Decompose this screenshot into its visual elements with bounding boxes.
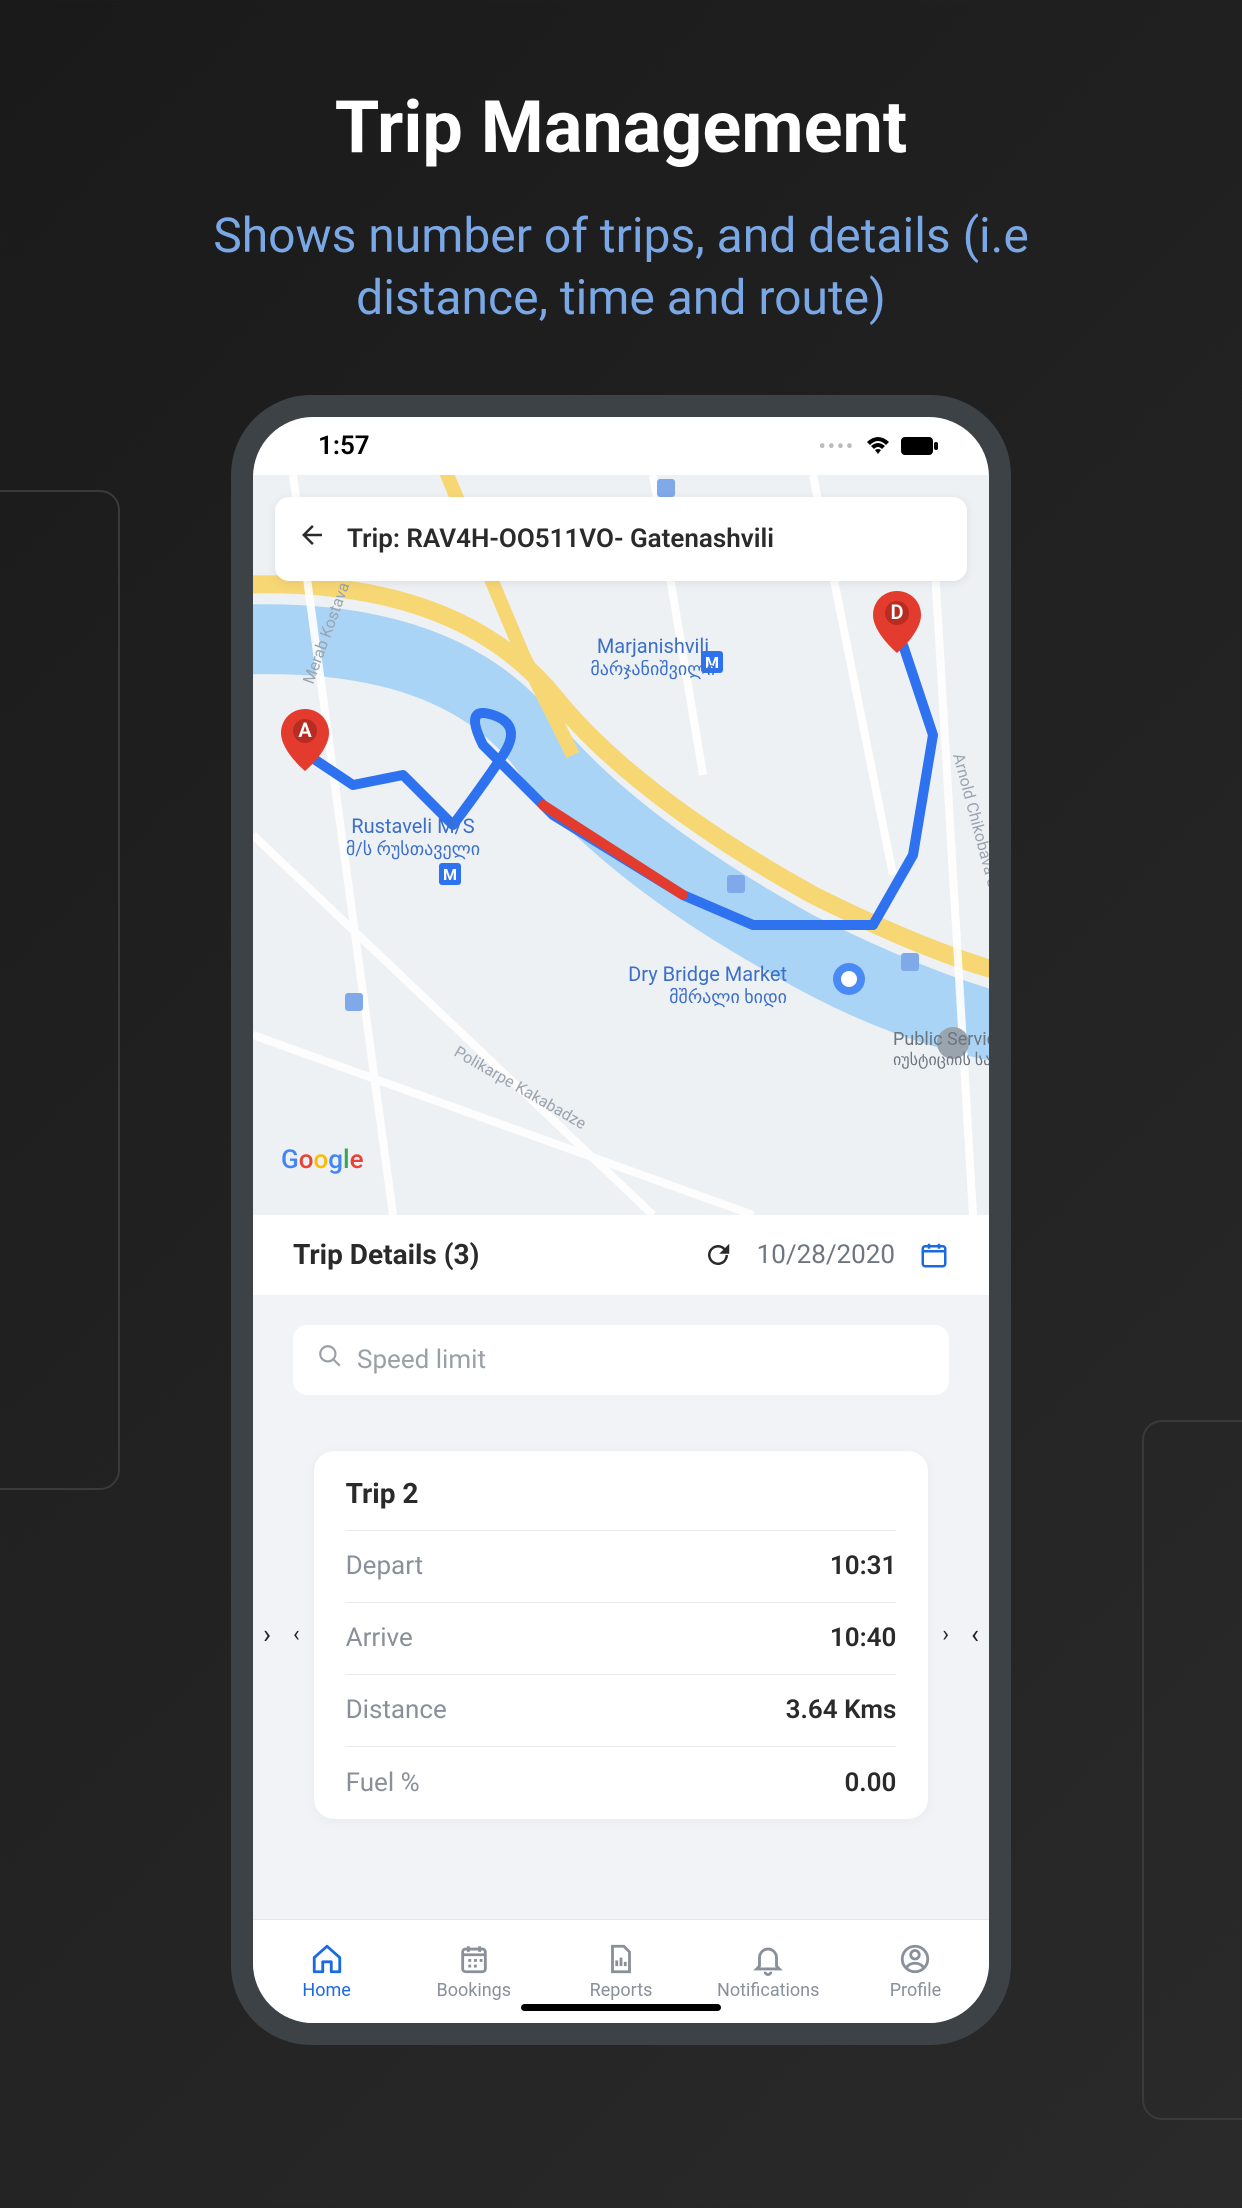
trip-card-title: Trip 2 (346, 1477, 897, 1531)
trip-value: 10:40 (830, 1623, 897, 1653)
google-logo: Google (281, 1145, 364, 1175)
trip-details-bar: Trip Details (3) 10/28/2020 (253, 1215, 989, 1295)
back-arrow-icon[interactable] (297, 520, 327, 558)
background-decoration-left (0, 490, 120, 1490)
trip-title-bar: Trip: RAV4H-OO511VO- Gatenashvili (275, 497, 967, 581)
tab-home[interactable]: Home (253, 1920, 400, 2023)
trip-label: Depart (346, 1551, 424, 1581)
content-section: › ‹ ‹ Trip 2 Depart 10:31 Arrive 10:40 (253, 1295, 989, 1919)
home-icon (310, 1942, 344, 1976)
phone-frame: 1:57 •••• (231, 395, 1011, 2045)
trip-value: 0.00 (844, 1768, 896, 1798)
tab-label: Profile (890, 1980, 941, 2001)
marker-end-label: D (873, 600, 921, 624)
trip-card[interactable]: Trip 2 Depart 10:31 Arrive 10:40 Distanc… (314, 1451, 929, 1819)
promo-title: Trip Management (335, 85, 907, 170)
search-icon (317, 1343, 343, 1376)
prev-trip-button[interactable]: ‹ (293, 1622, 300, 1647)
status-time: 1:57 (318, 431, 370, 461)
svg-text:მ/ს რუსთაველი: მ/ს რუსთაველი (346, 839, 480, 860)
cellular-dots-icon: •••• (819, 434, 855, 458)
trip-label: Distance (346, 1695, 447, 1725)
reports-icon (604, 1942, 638, 1976)
map-marker-start[interactable]: A (281, 709, 329, 771)
trip-carousel: › ‹ ‹ Trip 2 Depart 10:31 Arrive 10:40 (293, 1451, 949, 1819)
svg-text:Public Service Hall: Public Service Hall (893, 1029, 989, 1050)
tab-label: Reports (590, 1980, 653, 2001)
trip-row-distance: Distance 3.64 Kms (346, 1675, 897, 1747)
svg-text:Rustaveli M/S: Rustaveli M/S (351, 814, 475, 838)
map-view[interactable]: M M Marjanishvili მარჯანიშვილი Rustaveli… (253, 475, 989, 1215)
tab-label: Notifications (717, 1980, 819, 2001)
promo-subtitle: Shows number of trips, and details (i.e … (171, 205, 1071, 330)
trip-details-title: Trip Details (3) (293, 1238, 479, 1271)
status-icons: •••• (819, 434, 939, 458)
background-decoration-right (1142, 1420, 1242, 2120)
trip-value: 3.64 Kms (786, 1695, 897, 1725)
tab-label: Bookings (437, 1980, 512, 2001)
bookings-icon (457, 1942, 491, 1976)
trip-row-fuel: Fuel % 0.00 (346, 1747, 897, 1819)
status-bar: 1:57 •••• (253, 417, 989, 475)
trip-row-arrive: Arrive 10:40 (346, 1603, 897, 1675)
svg-text:M: M (443, 865, 457, 884)
chevron-left-icon[interactable]: ‹ (963, 1620, 987, 1650)
map-marker-end[interactable]: D (873, 591, 921, 653)
battery-icon (901, 437, 939, 455)
home-indicator[interactable] (521, 2004, 721, 2011)
trip-row-depart: Depart 10:31 (346, 1531, 897, 1603)
trip-value: 10:31 (830, 1551, 897, 1581)
phone-screen: 1:57 •••• (253, 417, 989, 2023)
svg-text:Marjanishvili: Marjanishvili (597, 634, 709, 658)
bell-icon (751, 1942, 785, 1976)
map-canvas: M M Marjanishvili მარჯანიშვილი Rustaveli… (253, 475, 989, 1215)
next-trip-button[interactable]: › (942, 1622, 949, 1647)
trip-label: Arrive (346, 1623, 413, 1653)
tab-label: Home (302, 1980, 350, 2001)
marker-start-label: A (281, 718, 329, 742)
calendar-icon[interactable] (919, 1240, 949, 1270)
svg-text:მარჯანიშვილი: მარჯანიშვილი (590, 659, 715, 680)
trip-title: Trip: RAV4H-OO511VO- Gatenashvili (347, 524, 774, 554)
svg-text:იუსტიციის სახლი: იუსტიციის სახლი (893, 1050, 989, 1069)
svg-text:Dry Bridge Market: Dry Bridge Market (628, 962, 787, 986)
trip-date: 10/28/2020 (757, 1240, 895, 1270)
wifi-icon (865, 436, 891, 456)
profile-icon (898, 1942, 932, 1976)
tab-profile[interactable]: Profile (842, 1920, 989, 2023)
chevron-right-icon[interactable]: › (255, 1620, 279, 1650)
refresh-icon[interactable] (703, 1240, 733, 1270)
svg-text:მშრალი ხიდი: მშრალი ხიდი (669, 987, 787, 1008)
trip-label: Fuel % (346, 1768, 420, 1798)
search-input[interactable] (357, 1345, 925, 1375)
search-box[interactable] (293, 1325, 949, 1395)
